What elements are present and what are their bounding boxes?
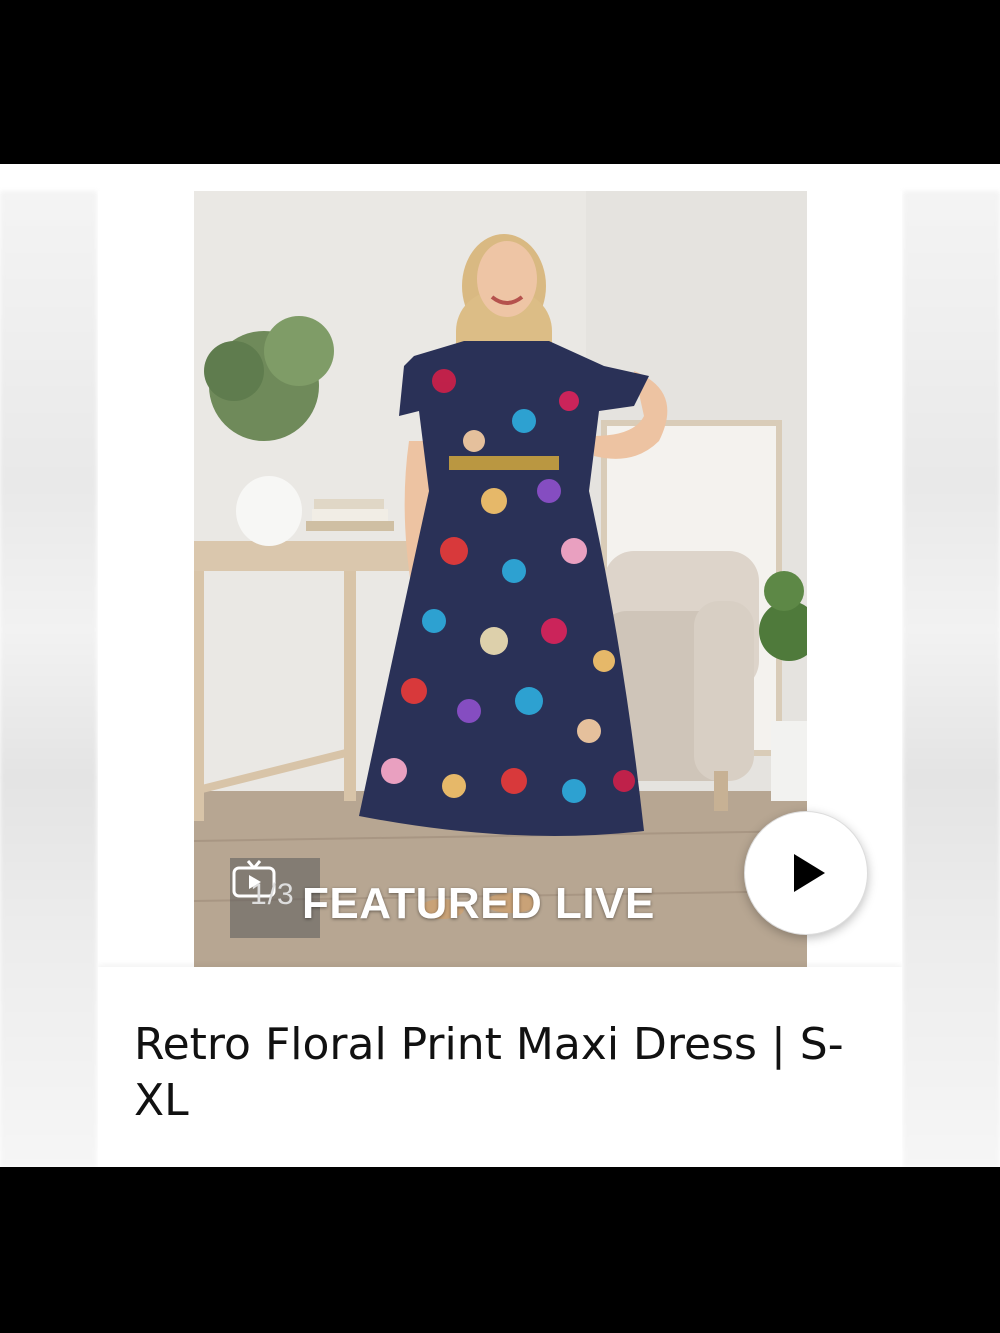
product-image[interactable]: 1/3 FEATURED LIVE	[194, 191, 807, 967]
model-photo	[194, 191, 807, 967]
featured-live-label: FEATURED LIVE	[302, 879, 655, 928]
play-icon	[794, 854, 825, 892]
next-card-peek[interactable]	[903, 191, 1000, 1167]
product-carousel[interactable]: 1/3 FEATURED LIVE Retro Floral Print Max…	[0, 164, 1000, 1167]
product-info[interactable]: Retro Floral Print Maxi Dress | S-XL	[98, 967, 902, 1167]
previous-card-peek[interactable]	[0, 191, 97, 1167]
product-card[interactable]: 1/3 FEATURED LIVE Retro Floral Print Max…	[98, 191, 902, 1167]
play-button[interactable]	[744, 811, 868, 935]
bottom-letterbox	[0, 1167, 1000, 1333]
product-title[interactable]: Retro Floral Print Maxi Dress | S-XL	[134, 1017, 874, 1129]
top-letterbox	[0, 0, 1000, 164]
media-counter: 1/3	[250, 878, 295, 911]
